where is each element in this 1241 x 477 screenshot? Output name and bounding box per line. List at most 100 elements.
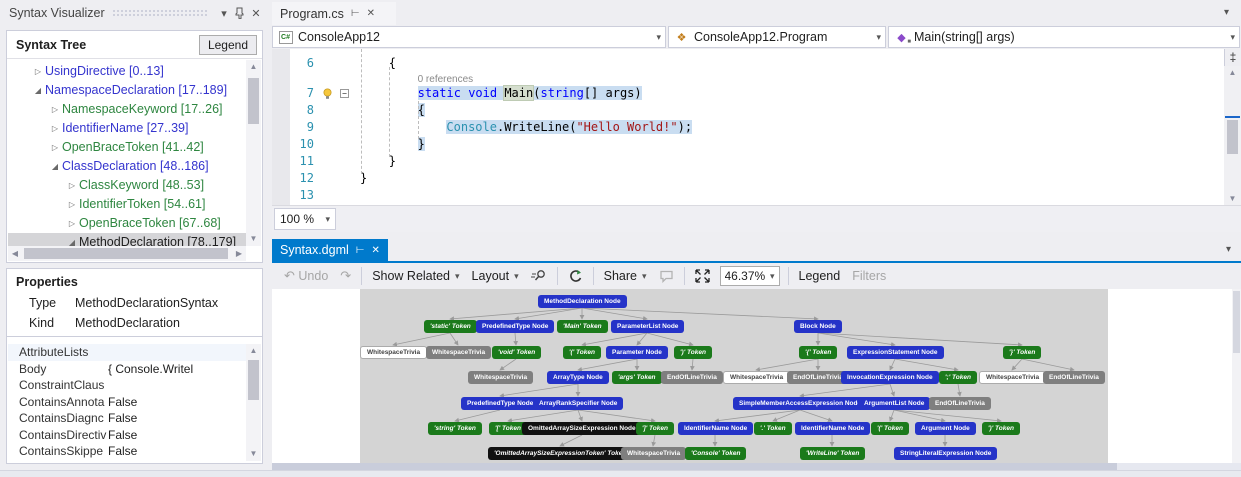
graph-node[interactable]: 'string' Token	[428, 422, 482, 435]
editor-split-handle[interactable]: ‡	[1224, 49, 1241, 66]
undo-button[interactable]: ↶ Undo	[278, 265, 334, 287]
property-row[interactable]: ContainsAnnotaFalse	[8, 394, 246, 411]
graph-node[interactable]: 'void' Token	[492, 346, 541, 359]
editor-vertical-scrollbar[interactable]: ▲ ▼	[1224, 66, 1241, 205]
tab-syntax-dgml[interactable]: Syntax.dgml ⊢ ✕	[272, 239, 388, 261]
tree-item[interactable]: ▷OpenBraceToken [67..68]	[8, 214, 246, 233]
graph-node[interactable]: MethodDeclaration Node	[538, 295, 627, 308]
expanded-triangle-icon[interactable]: ◢	[31, 81, 45, 100]
tree-vertical-scrollbar[interactable]: ▲ ▼	[246, 60, 261, 246]
collapsed-triangle-icon[interactable]: ▷	[48, 138, 62, 157]
code-line[interactable]: 12}	[272, 170, 1224, 187]
graph-node[interactable]: ArrayRankSpecifier Node	[533, 397, 623, 410]
scrollbar-thumb[interactable]	[1227, 120, 1238, 154]
graph-node[interactable]: WhitespaceTrivia	[621, 447, 686, 460]
member-dropdown[interactable]: ◆■ Main(string[] args) ▾	[888, 26, 1240, 48]
graph-node[interactable]: 'args' Token	[612, 371, 662, 384]
collapsed-triangle-icon[interactable]: ▷	[48, 119, 62, 138]
close-icon[interactable]: ✕	[367, 8, 375, 19]
graph-node[interactable]: Block Node	[794, 320, 842, 333]
redo-button[interactable]: ↷	[334, 265, 357, 287]
pin-icon[interactable]	[232, 5, 248, 21]
tree-item[interactable]: ▷IdentifierToken [54..61]	[8, 195, 246, 214]
lightbulb-icon[interactable]	[322, 88, 333, 99]
graph-node[interactable]: ']' Token	[636, 422, 674, 435]
editor-zoom-dropdown[interactable]: 100 % ▾	[274, 208, 336, 230]
graph-node[interactable]: WhitespaceTrivia	[979, 371, 1046, 384]
tree-item[interactable]: ◢MethodDeclaration [78..179]	[8, 233, 246, 246]
code-line[interactable]: 11}	[272, 153, 1224, 170]
graph-node[interactable]: ExpressionStatement Node	[847, 346, 944, 359]
graph-node[interactable]: WhitespaceTrivia	[468, 371, 533, 384]
code-editor[interactable]: 6{0 references7−static void Main(string[…	[272, 49, 1224, 205]
graph-node[interactable]: '.' Token	[754, 422, 792, 435]
graph-vertical-scrollbar[interactable]	[1232, 289, 1241, 463]
scrollbar-thumb[interactable]	[1233, 291, 1240, 353]
tab-program-cs[interactable]: Program.cs ⊢ ✕	[272, 2, 396, 25]
project-dropdown[interactable]: C# ConsoleApp12 ▾	[272, 26, 666, 48]
graph-node[interactable]: WhitespaceTrivia	[723, 371, 790, 384]
graph-node[interactable]: EndOfLineTrivia	[787, 371, 849, 384]
codelens-text[interactable]: 0 references	[360, 72, 473, 85]
scroll-up-arrow-icon[interactable]: ▲	[246, 60, 261, 74]
document-list-dropdown-icon[interactable]: ▾	[1224, 7, 1229, 18]
tree-item[interactable]: ▷OpenBraceToken [41..42]	[8, 138, 246, 157]
show-related-dropdown[interactable]: Show Related▾	[366, 265, 465, 287]
graph-node[interactable]: '(' Token	[871, 422, 909, 435]
close-icon[interactable]: ✕	[372, 245, 380, 256]
code-line[interactable]: 8{	[272, 102, 1224, 119]
close-icon[interactable]: ✕	[248, 5, 264, 21]
graph-node[interactable]: 'Main' Token	[557, 320, 608, 333]
scrollbar-thumb[interactable]	[248, 78, 259, 124]
code-line[interactable]: 9Console.WriteLine("Hello World!");	[272, 119, 1224, 136]
scroll-left-arrow-icon[interactable]: ◀	[8, 246, 22, 261]
property-row[interactable]: ConstraintClaus	[8, 377, 246, 394]
graph-node[interactable]: '}' Token	[1003, 346, 1041, 359]
properties-vertical-scrollbar[interactable]: ▲ ▼	[246, 344, 261, 461]
graph-node[interactable]: WhitespaceTrivia	[360, 346, 427, 359]
comment-button[interactable]	[653, 265, 680, 287]
dgml-graph-canvas[interactable]: MethodDeclaration Node'static' TokenPred…	[272, 289, 1232, 463]
graph-node[interactable]: '{' Token	[799, 346, 837, 359]
zoom-to-fit-button[interactable]	[689, 265, 716, 287]
tree-item[interactable]: ◢NamespaceDeclaration [17..189]	[8, 81, 246, 100]
graph-node[interactable]: ')' Token	[982, 422, 1020, 435]
graph-node[interactable]: 'WriteLine' Token	[800, 447, 865, 460]
collapse-box-icon[interactable]: −	[340, 89, 349, 98]
graph-node[interactable]: WhitespaceTrivia	[426, 346, 491, 359]
graph-node[interactable]: Argument Node	[915, 422, 976, 435]
graph-node[interactable]: ';' Token	[939, 371, 977, 384]
layout-dropdown[interactable]: Layout▾	[466, 265, 525, 287]
window-position-dropdown-icon[interactable]: ▾	[216, 5, 232, 21]
collapsed-triangle-icon[interactable]: ▷	[31, 62, 45, 81]
collapsed-triangle-icon[interactable]: ▷	[65, 176, 79, 195]
tree-item[interactable]: ▷NamespaceKeyword [17..26]	[8, 100, 246, 119]
graph-node[interactable]: OmittedArraySizeExpression Node	[522, 422, 642, 435]
scroll-down-arrow-icon[interactable]: ▼	[246, 232, 261, 246]
expanded-triangle-icon[interactable]: ◢	[65, 233, 79, 246]
graph-node[interactable]: Parameter Node	[606, 346, 668, 359]
scroll-up-arrow-icon[interactable]: ▲	[1224, 68, 1241, 77]
property-row[interactable]: ContainsDirectivFalse	[8, 427, 246, 444]
property-row[interactable]: ContainsSkippeFalse	[8, 443, 246, 460]
drag-grip-texture[interactable]	[112, 9, 209, 17]
filters-button[interactable]: Filters	[846, 265, 892, 287]
type-dropdown[interactable]: ❖ ConsoleApp12.Program ▾	[668, 26, 886, 48]
document-list-dropdown-icon[interactable]: ▾	[1226, 244, 1231, 255]
codelens-references[interactable]: 0 references	[418, 74, 474, 85]
tree-horizontal-scrollbar[interactable]: ◀ ▶	[8, 246, 246, 261]
graph-horizontal-scrollbar[interactable]	[272, 463, 1241, 470]
tree-item[interactable]: ▷UsingDirective [0..13]	[8, 62, 246, 81]
property-row[interactable]: ContainsDiagncFalse	[8, 410, 246, 427]
graph-zoom-dropdown[interactable]: 46.37%▾	[720, 266, 780, 286]
graph-node[interactable]: 'OmittedArraySizeExpressionToken' Token	[488, 447, 632, 460]
code-line[interactable]: 10}	[272, 136, 1224, 153]
refresh-button[interactable]	[562, 265, 589, 287]
graph-node[interactable]: EndOfLineTrivia	[929, 397, 991, 410]
browse-mode-button[interactable]	[525, 265, 553, 287]
scroll-down-arrow-icon[interactable]: ▼	[246, 447, 261, 461]
legend-button[interactable]: Legend	[199, 35, 257, 55]
graph-node[interactable]: '(' Token	[563, 346, 601, 359]
scroll-right-arrow-icon[interactable]: ▶	[232, 246, 246, 261]
scroll-down-arrow-icon[interactable]: ▼	[1224, 194, 1241, 203]
